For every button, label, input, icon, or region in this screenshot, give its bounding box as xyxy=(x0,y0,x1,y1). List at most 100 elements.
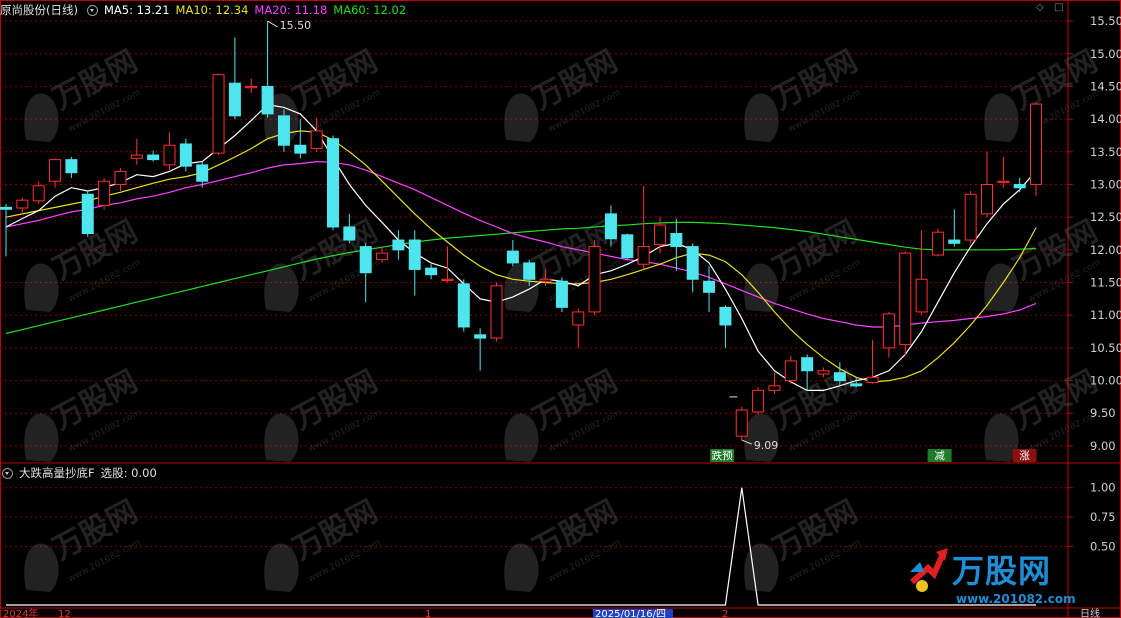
candle-body xyxy=(81,193,94,234)
kline-chart[interactable]: 万股网www.201082.com 万股网www.201082.com 万股网www… xyxy=(0,0,1121,618)
brand-logo: 万股网 www.201082.com xyxy=(900,538,1100,610)
watermark: 万股网www.201082.com xyxy=(24,44,143,142)
candle-body xyxy=(604,213,617,240)
candle-body xyxy=(637,246,650,265)
candle xyxy=(1030,102,1043,197)
candle xyxy=(637,185,650,270)
watermark: 万股网www.201082.com xyxy=(24,494,143,592)
candle-body xyxy=(114,170,127,185)
candle xyxy=(457,279,470,332)
ma10-line xyxy=(5,130,1037,383)
candle-body xyxy=(196,164,209,182)
chevron-down-icon[interactable] xyxy=(2,467,13,479)
candle-body xyxy=(882,313,895,349)
watermark: 万股网www.201082.com xyxy=(504,44,623,142)
stock-name[interactable]: 原尚股份(日线) xyxy=(0,2,78,18)
candle-body xyxy=(490,285,503,339)
watermark-text: 万股网 xyxy=(47,44,143,117)
candle-body xyxy=(441,278,454,281)
watermark-text: 万股网 xyxy=(287,364,383,437)
candle-body xyxy=(833,372,846,382)
ma60-label: MA60: 12.02 xyxy=(333,3,407,17)
candle xyxy=(408,230,421,296)
candle-body xyxy=(310,130,323,150)
watermark-text: 万股网 xyxy=(1007,44,1103,117)
watermark-text: 万股网 xyxy=(767,44,863,117)
candle-body xyxy=(997,180,1010,183)
watermark-icon xyxy=(744,413,779,462)
high-marker-arrow xyxy=(267,20,278,28)
chevron-down-icon[interactable] xyxy=(86,4,98,16)
candle-body xyxy=(130,154,143,159)
candle-body xyxy=(65,159,78,174)
candle-body xyxy=(457,283,470,328)
candle xyxy=(228,37,241,120)
signal-tag-reduce: 减 xyxy=(934,450,945,462)
signal-tag-fall: 跌预 xyxy=(712,449,733,462)
brand-url: www.201082.com xyxy=(956,592,1076,606)
candle xyxy=(98,177,111,210)
candle-body xyxy=(948,239,961,244)
brand-name: 万股网 xyxy=(952,552,1052,590)
tick-label: 10.00 xyxy=(1090,374,1121,388)
candle xyxy=(343,213,356,244)
axis-month-label: 1 xyxy=(425,609,431,618)
candle-body xyxy=(212,74,225,154)
candle-body xyxy=(981,183,993,215)
ma10-path xyxy=(5,130,1037,383)
candle-body xyxy=(572,311,585,326)
candle-body xyxy=(506,250,519,264)
watermark: 万股网www.201082.com xyxy=(984,44,1103,142)
candle xyxy=(752,387,765,415)
watermark-icon xyxy=(504,543,539,592)
candle-body xyxy=(899,252,912,346)
candle-body xyxy=(327,138,339,228)
watermark: 万股网www.201082.com xyxy=(744,44,863,142)
watermark-icon xyxy=(504,93,539,142)
ma10-label: MA10: 12.34 xyxy=(175,3,249,17)
watermark-text: 万股网 xyxy=(47,494,143,567)
watermark-text: 万股网 xyxy=(767,364,863,437)
candle xyxy=(245,78,258,93)
close-icon[interactable]: □ xyxy=(1054,2,1063,13)
candle-body xyxy=(850,383,863,387)
watermark-icon xyxy=(744,543,779,592)
candle xyxy=(948,209,961,247)
chart-window: 万股网 www.201082.com 万股网 www.201082.com 万股网 www… xyxy=(0,0,1121,618)
candle xyxy=(212,73,225,156)
candle-body xyxy=(686,246,699,280)
ma20-label: MA20: 11.18 xyxy=(254,3,328,17)
indicator-value: 选股: 0.00 xyxy=(100,466,157,480)
candle xyxy=(163,132,176,171)
candle-body xyxy=(392,239,405,251)
watermark: 万股网www.201082.com xyxy=(744,494,863,592)
candle-body xyxy=(474,334,487,339)
candle xyxy=(359,243,372,303)
candle-body xyxy=(179,143,192,167)
indicator-name[interactable]: 大跌高量抄底F xyxy=(19,465,95,481)
tick-label: 15.00 xyxy=(1090,47,1121,61)
watermark-icon xyxy=(984,263,1019,312)
watermark-text: 万股网 xyxy=(527,364,623,437)
candle xyxy=(506,240,519,267)
watermark-icon xyxy=(24,93,59,142)
candle-body xyxy=(555,280,568,308)
grid-lines: 万股网www.201082.com 万股网www.201082.com 万股网www… xyxy=(0,0,1121,618)
candle-body xyxy=(245,85,258,89)
axis-month-label: 2 xyxy=(722,609,728,618)
candle-body xyxy=(16,199,29,209)
axis-month-label: 12 xyxy=(58,609,71,618)
watermark-text: 万股网 xyxy=(527,44,623,117)
candle-body xyxy=(784,360,797,382)
indicator-header: 大跌高量抄底F 选股: 0.00 xyxy=(0,465,157,481)
candle xyxy=(703,266,716,312)
tick-label: 9.50 xyxy=(1090,406,1116,420)
candle-body xyxy=(228,82,241,117)
candle-body xyxy=(1030,103,1043,185)
tick-label: 9.00 xyxy=(1090,439,1116,453)
candle-body xyxy=(866,376,879,384)
diamond-icon[interactable]: ◇ xyxy=(1036,2,1044,13)
candle-body xyxy=(768,385,781,391)
tick-label: 12.50 xyxy=(1090,210,1121,224)
candle xyxy=(784,355,797,384)
